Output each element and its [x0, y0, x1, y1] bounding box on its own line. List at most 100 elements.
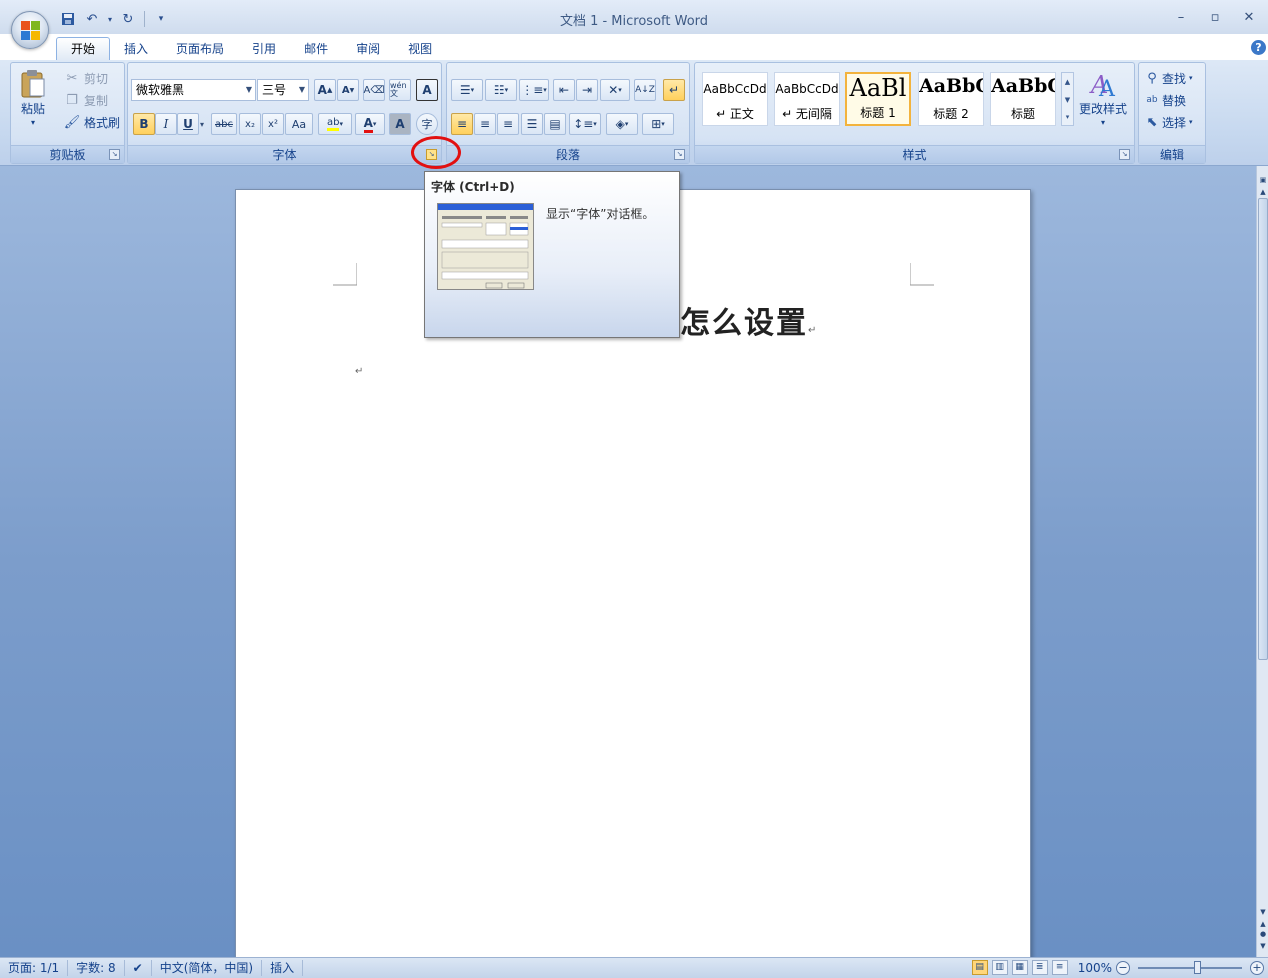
- window-controls: – ▫ ✕: [1168, 6, 1262, 28]
- next-page-icon[interactable]: ▼: [1258, 942, 1268, 952]
- tab-review[interactable]: 审阅: [342, 38, 394, 61]
- phonetic-guide-button[interactable]: wén 文: [389, 79, 411, 101]
- styles-dialog-launcher[interactable]: ↘: [1119, 149, 1130, 160]
- select-label: 选择: [1162, 115, 1187, 130]
- outline-view-icon[interactable]: ≣: [1031, 960, 1048, 975]
- scroll-up-icon[interactable]: ▲: [1062, 73, 1073, 91]
- sort-button[interactable]: A↓Z: [634, 79, 656, 101]
- italic-button[interactable]: I: [155, 113, 177, 135]
- binoculars-icon: ⚲: [1147, 70, 1157, 86]
- replace-button[interactable]: ab 替换: [1145, 91, 1186, 109]
- tab-view[interactable]: 视图: [394, 38, 446, 61]
- font-name-combo[interactable]: 微软雅黑 ▼: [131, 79, 256, 101]
- justify-button[interactable]: ☰: [521, 113, 543, 135]
- proofing-icon[interactable]: ✔: [125, 960, 152, 976]
- zoom-out-icon[interactable]: −: [1116, 960, 1130, 975]
- word-count[interactable]: 字数: 8: [68, 960, 125, 976]
- help-icon[interactable]: ?: [1251, 40, 1266, 55]
- align-right-button[interactable]: ≡: [497, 113, 519, 135]
- zoom-level[interactable]: 100%: [1078, 961, 1112, 975]
- font-group-label: 字体: [128, 145, 441, 163]
- format-painter-label: 格式刷: [84, 115, 121, 130]
- increase-indent-button[interactable]: ⇥: [576, 79, 598, 101]
- borders-button[interactable]: ⊞ ▾: [642, 113, 674, 135]
- paste-button[interactable]: 粘贴 ▾: [19, 69, 47, 127]
- format-painter-button[interactable]: 🖌 格式刷: [63, 113, 120, 131]
- page-count[interactable]: 页面: 1/1: [0, 960, 69, 976]
- shrink-font-button[interactable]: A ▼: [337, 79, 359, 101]
- enclose-characters-button[interactable]: 字: [416, 113, 438, 135]
- numbering-button[interactable]: ☷ ▾: [485, 79, 517, 101]
- change-styles-button[interactable]: A A 更改样式 ▾: [1079, 69, 1127, 127]
- highlighter-icon: ab: [327, 117, 340, 131]
- underline-button[interactable]: U: [177, 113, 199, 135]
- previous-page-icon[interactable]: ▲: [1258, 920, 1268, 930]
- tab-home[interactable]: 开始: [56, 37, 111, 61]
- change-case-button[interactable]: Aa: [285, 113, 313, 135]
- font-dialog-tooltip: 字体 (Ctrl+D) 显示“字体”对话框。: [424, 171, 680, 338]
- superscript-button[interactable]: x²: [262, 113, 284, 135]
- align-left-button[interactable]: ≡: [451, 113, 473, 135]
- underline-dropdown-icon[interactable]: ▾: [200, 120, 204, 129]
- select-browse-object-icon[interactable]: ●: [1258, 930, 1268, 940]
- bullets-button[interactable]: ☰ ▾: [451, 79, 483, 101]
- scroll-thumb[interactable]: [1258, 198, 1268, 660]
- print-layout-view-icon[interactable]: ▤: [971, 960, 988, 975]
- decrease-indent-button[interactable]: ⇤: [553, 79, 575, 101]
- zoom-slider-knob[interactable]: [1194, 960, 1201, 974]
- style-heading-2[interactable]: AaBbC 标题 2: [918, 72, 984, 126]
- maximize-button[interactable]: ▫: [1202, 6, 1228, 28]
- document-heading[interactable]: 怎么设置↵: [680, 298, 818, 342]
- scroll-down-icon[interactable]: ▼: [1062, 91, 1073, 109]
- cut-button[interactable]: ✂ 剪切: [63, 69, 108, 87]
- clear-formatting-button[interactable]: A⌫: [363, 79, 385, 101]
- clipboard-dialog-launcher[interactable]: ↘: [109, 149, 120, 160]
- close-button[interactable]: ✕: [1236, 6, 1262, 28]
- line-spacing-button[interactable]: ↕≡ ▾: [569, 113, 601, 135]
- insert-mode[interactable]: 插入: [262, 960, 304, 976]
- tab-references[interactable]: 引用: [238, 38, 290, 61]
- style-title[interactable]: AaBbC 标题: [990, 72, 1056, 126]
- shading-button[interactable]: ◈ ▾: [606, 113, 638, 135]
- chinese-layout-icon: ✕: [608, 83, 619, 97]
- scroll-up-arrow-icon[interactable]: ▲: [1258, 188, 1268, 198]
- chinese-layout-button[interactable]: ✕ ▾: [600, 79, 630, 101]
- style-normal[interactable]: AaBbCcDd ↵ 正文: [702, 72, 768, 126]
- cursor-icon: ⬉: [1146, 114, 1158, 130]
- select-button[interactable]: ⬉ 选择 ▾: [1145, 113, 1193, 131]
- style-no-spacing[interactable]: AaBbCcDd ↵ 无间隔: [774, 72, 840, 126]
- gallery-more-icon[interactable]: ▾: [1062, 109, 1073, 125]
- style-heading-1[interactable]: AaBl 标题 1: [845, 72, 911, 126]
- distributed-button[interactable]: ▤: [544, 113, 566, 135]
- font-size-combo[interactable]: 三号 ▼: [257, 79, 309, 101]
- find-button[interactable]: ⚲ 查找 ▾: [1145, 69, 1192, 87]
- language-status[interactable]: 中文(简体，中国): [152, 960, 263, 976]
- minimize-button[interactable]: –: [1168, 6, 1194, 28]
- scroll-down-arrow-icon[interactable]: ▼: [1258, 908, 1268, 918]
- strikethrough-button[interactable]: abc: [211, 113, 237, 135]
- grow-font-button[interactable]: A ▲: [314, 79, 336, 101]
- character-shading-button[interactable]: A: [389, 113, 411, 135]
- copy-button[interactable]: ❐ 复制: [63, 91, 108, 109]
- zoom-in-icon[interactable]: +: [1250, 960, 1264, 975]
- web-layout-icon[interactable]: ▦: [1011, 960, 1028, 975]
- styles-gallery-scroll[interactable]: ▲ ▼ ▾: [1061, 72, 1074, 126]
- vertical-scrollbar[interactable]: ▣ ▲ ▼ ▲ ● ▼: [1256, 166, 1268, 957]
- character-border-button[interactable]: A: [416, 79, 438, 101]
- office-button[interactable]: [11, 11, 49, 49]
- multilevel-list-button[interactable]: ⋮≡ ▾: [519, 79, 549, 101]
- show-marks-button[interactable]: ↵: [663, 79, 685, 101]
- font-color-button[interactable]: A ▾: [355, 113, 385, 135]
- highlight-button[interactable]: ab ▾: [318, 113, 352, 135]
- tab-insert[interactable]: 插入: [110, 38, 162, 61]
- tab-page-layout[interactable]: 页面布局: [162, 38, 238, 61]
- bold-button[interactable]: B: [133, 113, 155, 135]
- ruler-toggle-icon[interactable]: ▣: [1258, 176, 1268, 186]
- paragraph-dialog-launcher[interactable]: ↘: [674, 149, 685, 160]
- align-center-button[interactable]: ≡: [474, 113, 496, 135]
- zoom-slider[interactable]: [1138, 960, 1242, 974]
- draft-view-icon[interactable]: ≡: [1051, 960, 1068, 975]
- full-screen-reading-icon[interactable]: ▥: [991, 960, 1008, 975]
- subscript-button[interactable]: x₂: [239, 113, 261, 135]
- tab-mailings[interactable]: 邮件: [290, 38, 342, 61]
